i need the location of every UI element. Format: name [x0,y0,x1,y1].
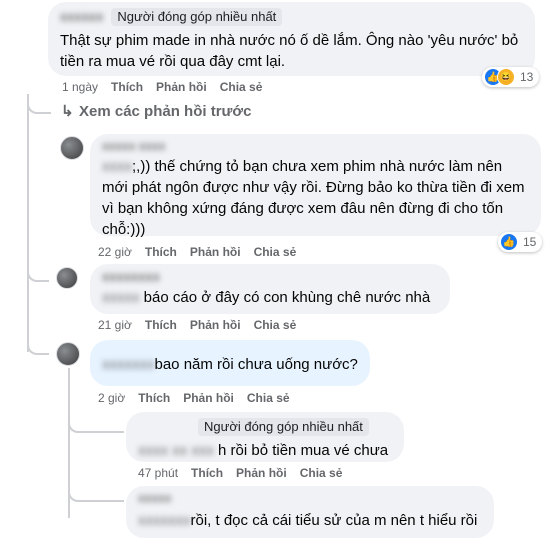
thread-line-main [27,94,29,352]
like-button[interactable]: Thích [138,391,170,405]
reply-button[interactable]: Phản hồi [236,466,287,480]
comment-time[interactable]: 47 phút [138,466,178,480]
comment-bubble: Người đóng góp nhiều nhất xxxx xx xxx h … [126,412,404,462]
like-button[interactable]: Thích [191,466,223,480]
comment-author[interactable]: xxxxx [138,492,482,504]
avatar[interactable] [56,342,80,366]
top-contributor-badge: Người đóng góp nhiều nhất [111,8,283,26]
comment-bubble: xxxxxxxx xxxxx báo cáo ở đây có con khùn… [90,264,450,314]
comment-actions: 21 giờ Thích Phản hồi Chia sẻ [98,318,309,332]
comment-bubble: xxxxx xxxxxxxrồi, t đọc cả cái tiểu sử c… [126,486,494,538]
share-button[interactable]: Chia sẻ [220,80,263,94]
thread-connector [27,335,49,355]
comment-text: xxxxxxxbao năm rồi chưa uống nước? [102,356,358,373]
share-button[interactable]: Chia sẻ [254,318,297,332]
reply-button[interactable]: Phản hồi [183,391,234,405]
comment-actions: 2 giờ Thích Phản hồi Chia sẻ [98,391,303,405]
comment-actions: 47 phút Thích Phản hồi Chia sẻ [138,466,355,480]
comment-time[interactable]: 22 giờ [98,245,132,259]
reply-button[interactable]: Phản hồi [156,80,207,94]
comment-author[interactable]: xxxxxx Người đóng góp nhiều nhất [60,8,523,26]
comment-author[interactable]: Người đóng góp nhiều nhất [138,418,392,436]
comment-text: xxxx xx xxx h rồi bỏ tiền mua vé chưa [138,442,389,459]
like-button[interactable]: Thích [145,245,177,259]
reply-button[interactable]: Phản hồi [190,245,241,259]
reaction-count: 15 [523,235,537,249]
thread-connector [68,405,124,433]
comment-text: xxxxxxxrồi, t đọc cả cái tiểu sử của m n… [138,512,478,529]
comment-text: xxxx;,)) thế chứng tỏ bạn chưa xem phim … [102,158,525,238]
view-previous-replies[interactable]: ↳ Xem các phản hồi trước [61,102,251,120]
comment-bubble: xxxxxxxbao năm rồi chưa uống nước? [90,340,370,386]
thread-connector [27,94,51,114]
comment-time[interactable]: 1 ngày [62,80,98,94]
share-button[interactable]: Chia sẻ [247,391,290,405]
comment-time[interactable]: 2 giờ [98,391,125,405]
avatar[interactable] [60,136,84,160]
like-button[interactable]: Thích [145,318,177,332]
comment-author[interactable]: xxxxxxxx [102,270,438,284]
like-button[interactable]: Thích [111,80,143,94]
reaction-summary[interactable]: 👍 15 [498,232,543,252]
comment-time[interactable]: 21 giờ [98,318,132,332]
comment-actions: 1 ngày Thích Phản hồi Chia sẻ [62,80,275,94]
comment-text: xxxxx báo cáo ở đây có con khùng chê nướ… [102,289,431,306]
reply-button[interactable]: Phản hồi [190,318,241,332]
haha-reaction-icon: 😆 [497,68,515,86]
share-button[interactable]: Chia sẻ [300,466,343,480]
like-reaction-icon: 👍 [500,233,518,251]
reaction-count: 13 [520,70,534,84]
thread-connector [68,478,124,502]
comment-author[interactable]: xxxxx xxxx [102,140,529,152]
reply-arrow-icon: ↳ [61,103,74,120]
avatar[interactable] [56,267,78,289]
comment-actions: 22 giờ Thích Phản hồi Chia sẻ [98,245,309,259]
comment-bubble: xxxxx xxxx xxxx;,)) thế chứng tỏ bạn chư… [90,134,541,238]
thread-connector [27,262,49,282]
reaction-summary[interactable]: 👍 😆 13 [482,67,540,87]
comment-text: Thật sự phim made in nhà nước nó ố dề lắ… [60,32,519,70]
top-contributor-badge: Người đóng góp nhiều nhất [198,418,369,436]
share-button[interactable]: Chia sẻ [254,245,297,259]
comment-bubble: xxxxxx Người đóng góp nhiều nhất Thật sự … [48,2,535,76]
